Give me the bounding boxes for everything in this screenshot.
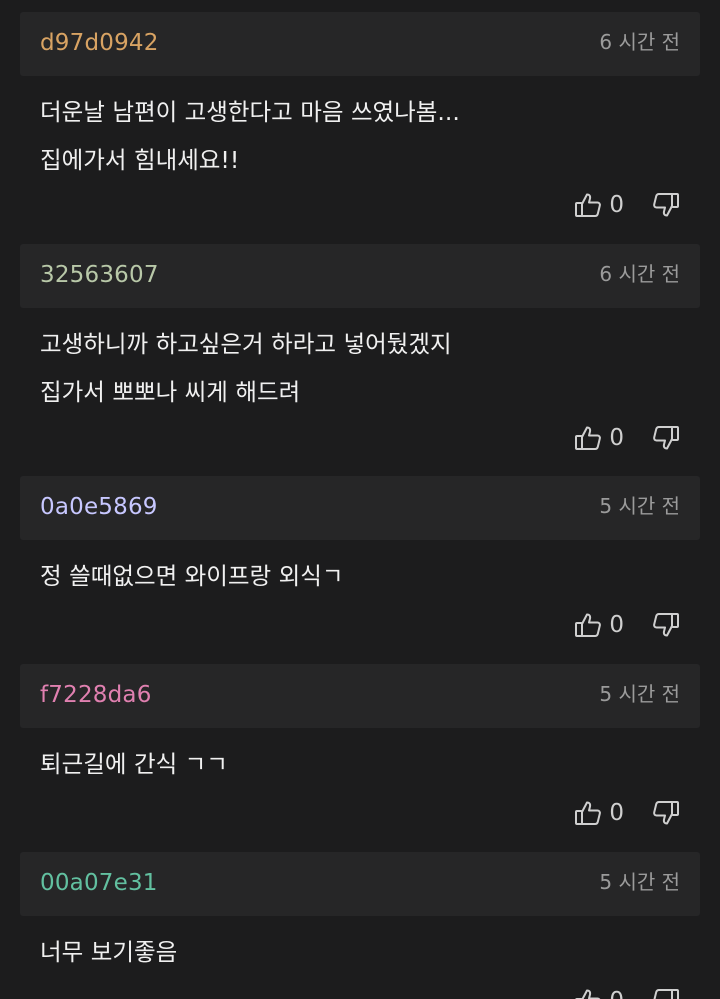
comment-body: 고생하니까 하고싶은거 하라고 넣어뒀겠지 집가서 뽀뽀나 씨게 해드려 <box>40 320 680 416</box>
comment-text-line: 너무 보기좋음 <box>40 938 178 966</box>
like-count: 0 <box>609 988 624 999</box>
comment-body: 퇴근길에 간식 ㄱㄱ <box>40 740 680 788</box>
comment: d97d0942 6 시간 전 더운날 남편이 고생한다고 마음 쓰였나봄...… <box>0 0 720 232</box>
comment-text-line: 집에가서 힘내세요!! <box>40 146 240 174</box>
thumbs-down-icon <box>652 799 680 827</box>
comment-body: 더운날 남편이 고생한다고 마음 쓰였나봄... 집에가서 힘내세요!! <box>40 88 680 184</box>
comment-header: 32563607 6 시간 전 <box>20 244 700 308</box>
thumbs-up-icon <box>574 611 602 639</box>
comment-username[interactable]: 00a07e31 <box>40 868 158 898</box>
like-button[interactable]: 0 <box>574 191 624 219</box>
comment-username[interactable]: 0a0e5869 <box>40 492 158 522</box>
comment-text-line: 집가서 뽀뽀나 씨게 해드려 <box>40 378 301 406</box>
comment-timestamp: 6 시간 전 <box>599 262 680 286</box>
dislike-button[interactable] <box>652 987 680 999</box>
comment-username[interactable]: f7228da6 <box>40 680 152 710</box>
comment-header: 00a07e31 5 시간 전 <box>20 852 700 916</box>
thumbs-down-icon <box>652 987 680 999</box>
comment-actions: 0 <box>574 187 680 223</box>
thumbs-down-icon <box>652 611 680 639</box>
comment-text-line: 고생하니까 하고싶은거 하라고 넣어뒀겠지 <box>40 330 452 358</box>
comment-actions: 0 <box>574 983 680 999</box>
like-count: 0 <box>609 192 624 218</box>
dislike-button[interactable] <box>652 799 680 827</box>
comment-body: 정 쓸때없으면 와이프랑 외식ㄱ <box>40 552 680 600</box>
comment-text-line: 정 쓸때없으면 와이프랑 외식ㄱ <box>40 562 344 590</box>
comment: 0a0e5869 5 시간 전 정 쓸때없으면 와이프랑 외식ㄱ 0 <box>0 464 720 652</box>
comment: f7228da6 5 시간 전 퇴근길에 간식 ㄱㄱ 0 <box>0 652 720 840</box>
like-count: 0 <box>609 800 624 826</box>
like-button[interactable]: 0 <box>574 799 624 827</box>
like-button[interactable]: 0 <box>574 424 624 452</box>
comment-header: d97d0942 6 시간 전 <box>20 12 700 76</box>
comment-header: f7228da6 5 시간 전 <box>20 664 700 728</box>
comment: 00a07e31 5 시간 전 너무 보기좋음 0 <box>0 840 720 999</box>
comment-username[interactable]: 32563607 <box>40 260 159 290</box>
thumbs-down-icon <box>652 191 680 219</box>
thumbs-up-icon <box>574 191 602 219</box>
comment-body: 너무 보기좋음 <box>40 928 680 976</box>
thumbs-up-icon <box>574 424 602 452</box>
like-button[interactable]: 0 <box>574 611 624 639</box>
thumbs-down-icon <box>652 424 680 452</box>
comment-username[interactable]: d97d0942 <box>40 28 159 58</box>
comment-timestamp: 5 시간 전 <box>599 682 680 706</box>
thumbs-up-icon <box>574 799 602 827</box>
comment-text-line: 퇴근길에 간식 ㄱㄱ <box>40 750 228 778</box>
comment-timestamp: 5 시간 전 <box>599 494 680 518</box>
comment-actions: 0 <box>574 607 680 643</box>
thumbs-up-icon <box>574 987 602 999</box>
comment-header: 0a0e5869 5 시간 전 <box>20 476 700 540</box>
dislike-button[interactable] <box>652 191 680 219</box>
comment-timestamp: 6 시간 전 <box>599 30 680 54</box>
comment-text-line: 더운날 남편이 고생한다고 마음 쓰였나봄... <box>40 98 460 126</box>
like-count: 0 <box>609 425 624 451</box>
comment: 32563607 6 시간 전 고생하니까 하고싶은거 하라고 넣어뒀겠지 집가… <box>0 232 720 464</box>
comment-timestamp: 5 시간 전 <box>599 870 680 894</box>
comment-actions: 0 <box>574 795 680 831</box>
like-count: 0 <box>609 612 624 638</box>
like-button[interactable]: 0 <box>574 987 624 999</box>
dislike-button[interactable] <box>652 424 680 452</box>
comment-list: d97d0942 6 시간 전 더운날 남편이 고생한다고 마음 쓰였나봄...… <box>0 0 720 999</box>
comment-actions: 0 <box>574 420 680 456</box>
dislike-button[interactable] <box>652 611 680 639</box>
